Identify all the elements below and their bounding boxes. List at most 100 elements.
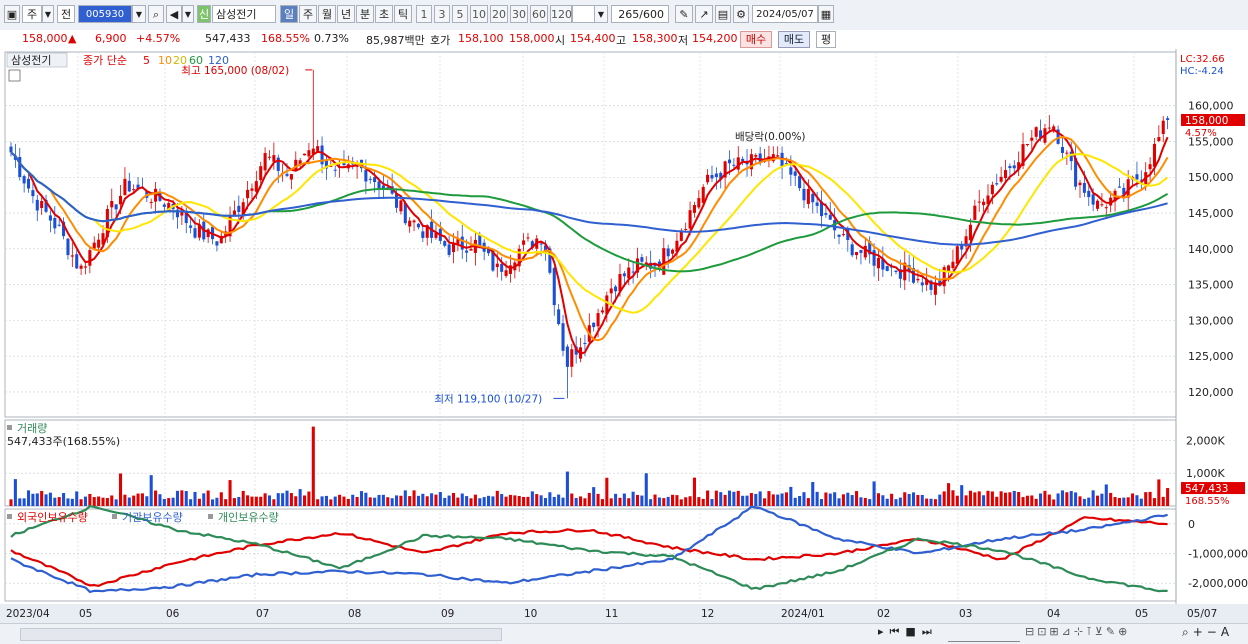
period-tab-2[interactable]: 주 (299, 5, 317, 23)
stock-chart[interactable]: 160,000155,000150,000145,000140,000135,0… (0, 49, 1248, 623)
volume-value-label: 547,433주(168.55%) (7, 435, 120, 448)
candle-body (22, 176, 26, 184)
chart-area[interactable]: 160,000 155,000 150,000 145,000 140,000 135,0… (0, 49, 1248, 623)
candle-body (504, 270, 508, 276)
volume-bar (294, 496, 298, 506)
volume-bar (403, 490, 407, 506)
volume-bar (627, 498, 631, 506)
volume-bar (819, 499, 824, 506)
volume-bar (982, 495, 986, 506)
zoom-slider[interactable] (948, 625, 1020, 642)
up-arrow-icon: ▲ (68, 32, 77, 45)
drawing-tools-icon[interactable]: ✎ (675, 5, 693, 23)
volume-bar (1135, 495, 1139, 506)
volume-bar (749, 493, 753, 506)
speaker-icon[interactable]: ◀ (166, 5, 182, 23)
candle-body (132, 189, 136, 191)
period-tab-4[interactable]: 년 (337, 5, 355, 23)
candle-body (583, 343, 587, 345)
evaluate-button[interactable]: 평 (816, 31, 836, 48)
chart-menu-icon[interactable]: ▣ (4, 5, 20, 23)
volume-bar (513, 495, 517, 506)
candle-body (92, 242, 96, 249)
volume-bar (570, 493, 574, 506)
interval-button-3[interactable]: 3 (434, 5, 450, 23)
candle-body (250, 188, 254, 191)
volume-bar (960, 485, 964, 506)
playback-controls[interactable]: ▸⏮■⏭ (878, 625, 938, 639)
volume-bar (460, 493, 464, 506)
volume-bar (1017, 491, 1021, 506)
date-input[interactable]: 2024/05/07 (752, 5, 818, 23)
bid-price: 158,000 (509, 32, 555, 45)
candle-body (443, 241, 447, 246)
x-axis-label: 2024/01 (781, 608, 825, 620)
candle-body (118, 195, 123, 205)
period-tab-7[interactable]: 틱 (394, 5, 412, 23)
volume-bar (342, 496, 346, 506)
panel-marker-icon (208, 514, 213, 519)
volume-ratio: 168.55% (261, 32, 310, 45)
code-input[interactable]: 005930 (78, 5, 132, 23)
volume-bar (557, 494, 561, 506)
period-tab-5[interactable]: 분 (356, 5, 374, 23)
candle-body (79, 265, 83, 269)
candle-body (697, 198, 701, 208)
volume-bar (9, 499, 13, 506)
count-display[interactable]: 265/600 (611, 5, 669, 23)
calendar-icon[interactable]: ▦ (818, 5, 834, 23)
chevron-down-icon[interactable]: ▼ (594, 5, 608, 23)
volume-bar (780, 493, 784, 506)
candle-body (916, 278, 920, 281)
search-icon[interactable]: ⌕ (148, 5, 164, 23)
volume-bar (127, 497, 131, 506)
volume-bar (237, 496, 241, 506)
x-axis-label: 2023/04 (6, 608, 50, 620)
candle-body (1091, 194, 1095, 205)
candle-body (1030, 137, 1034, 141)
candle-body (793, 171, 797, 176)
candle-body (982, 201, 986, 206)
candle-body (412, 220, 416, 223)
zoom-buttons[interactable]: ⌕+−A (1182, 625, 1233, 640)
volume-bar (114, 499, 118, 506)
candle-body (894, 270, 898, 272)
interval-button-1[interactable]: 1 (416, 5, 432, 23)
save-icon[interactable]: ▤ (715, 5, 731, 23)
interval-button-30[interactable]: 30 (510, 5, 528, 23)
volume-bar (438, 492, 442, 506)
volume-bar (1144, 492, 1148, 506)
x-axis-label: 11 (605, 608, 618, 620)
interval-button-120[interactable]: 120 (550, 5, 572, 23)
volume-bar (955, 495, 959, 506)
interval-button-10[interactable]: 10 (470, 5, 488, 23)
candle-body (561, 323, 565, 351)
indicator-icon[interactable]: ↗ (695, 5, 713, 23)
volume-bar (377, 494, 381, 506)
period-tab-6[interactable]: 초 (375, 5, 393, 23)
candle-body (522, 240, 526, 245)
market-select[interactable]: 전 (57, 5, 75, 23)
holding-legend-1: 외국인보유수량 (17, 511, 88, 524)
gear-icon[interactable]: ⚙ (733, 5, 749, 23)
buy-button[interactable]: 매수 (740, 31, 772, 48)
period-tab-3[interactable]: 월 (318, 5, 336, 23)
view-tools[interactable]: ⊟⊡⊞⊿⊹⊺⊻✎⊕ (1025, 625, 1130, 638)
chevron-down-icon[interactable]: ▼ (132, 5, 146, 23)
period-tab-1[interactable]: 일 (280, 5, 298, 23)
interval-button-20[interactable]: 20 (490, 5, 508, 23)
volume-bar (1122, 497, 1126, 506)
volume-bar (206, 490, 210, 506)
candle-body (627, 267, 631, 279)
interval-button-5[interactable]: 5 (452, 5, 468, 23)
sell-button[interactable]: 매도 (778, 31, 810, 48)
volume-bar (465, 496, 469, 506)
volume-bar (592, 487, 596, 506)
chevron-down-icon[interactable]: ▼ (42, 5, 54, 23)
low-label: 저 (678, 34, 689, 47)
type-select[interactable]: 주 (22, 5, 42, 23)
scroll-track[interactable] (20, 628, 502, 641)
candle-body (333, 169, 337, 171)
chevron-down-icon[interactable]: ▼ (182, 5, 194, 23)
interval-button-60[interactable]: 60 (530, 5, 548, 23)
